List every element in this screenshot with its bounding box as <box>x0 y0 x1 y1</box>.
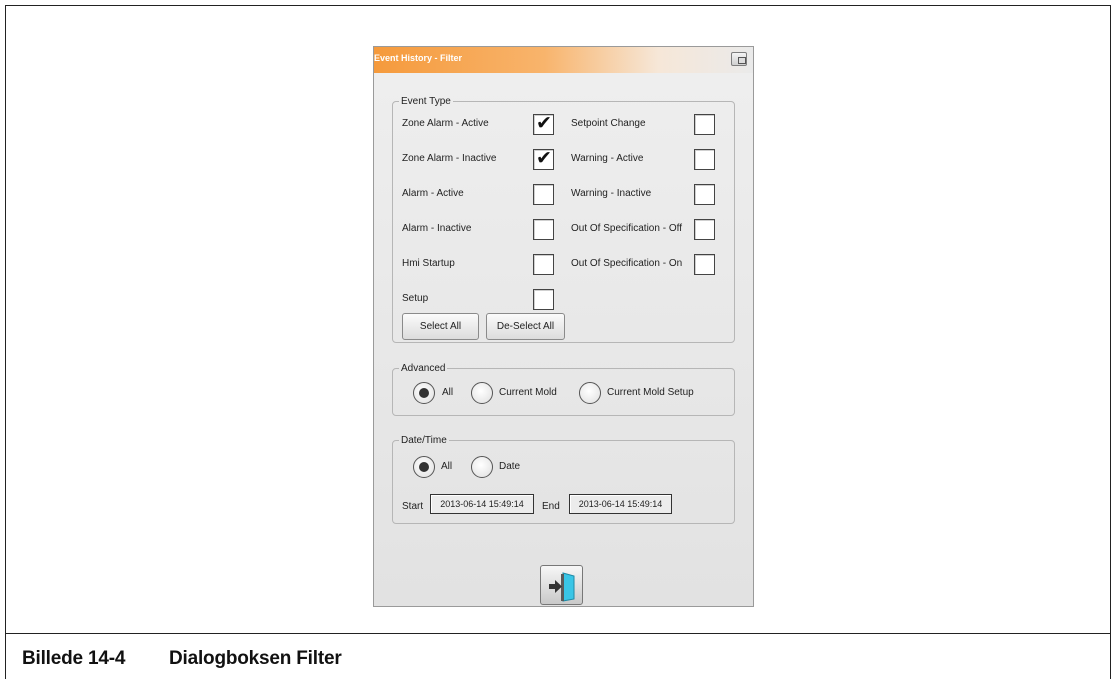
event-type-group: Event Type <box>392 96 735 343</box>
radio-current-mold-setup-label: Current Mold Setup <box>607 387 694 398</box>
event-history-filter-dialog: Event History - Filter Event Type Zone A… <box>373 46 754 607</box>
end-date-field[interactable]: 2013-06-14 15:49:14 <box>569 494 672 514</box>
checkbox-warning-active[interactable] <box>694 149 715 170</box>
radio-date[interactable] <box>471 456 493 478</box>
check-mark-icon: ✔ <box>536 147 552 169</box>
radio-current-mold-setup[interactable] <box>579 382 601 404</box>
radio-selected-dot <box>419 462 429 472</box>
checkbox-zone-alarm-inactive[interactable]: ✔ <box>533 147 554 170</box>
figure-caption-text: Dialogboksen Filter <box>169 648 342 669</box>
exit-door-icon <box>549 572 575 602</box>
exit-button[interactable] <box>540 565 583 605</box>
event-label-out-of-spec-off: Out Of Specification - Off <box>571 223 682 234</box>
date-time-legend: Date/Time <box>401 435 447 446</box>
radio-current-mold-label: Current Mold <box>499 387 557 398</box>
checkbox-alarm-active[interactable] <box>533 184 554 205</box>
radio-current-mold[interactable] <box>471 382 493 404</box>
check-mark-icon: ✔ <box>536 112 552 134</box>
checkbox-warning-inactive[interactable] <box>694 184 715 205</box>
radio-date-label: Date <box>499 461 521 472</box>
radio-selected-dot <box>419 388 429 398</box>
checkbox-out-of-spec-on[interactable] <box>694 254 715 275</box>
event-label-warning-active: Warning - Active <box>571 153 644 164</box>
deselect-all-button[interactable]: De-Select All <box>486 313 565 340</box>
caption-divider <box>5 633 1111 634</box>
dialog-body: Event Type Zone Alarm - Active ✔ Zone Al… <box>374 73 753 606</box>
event-type-legend: Event Type <box>401 96 451 107</box>
radio-date-all[interactable] <box>413 456 435 478</box>
event-label-setpoint-change: Setpoint Change <box>571 118 646 129</box>
event-label-setup: Setup <box>402 293 429 304</box>
start-label: Start <box>402 501 424 512</box>
event-label-hmi-startup: Hmi Startup <box>402 258 455 269</box>
checkbox-zone-alarm-active[interactable]: ✔ <box>533 112 554 135</box>
radio-advanced-all-label: All <box>442 387 454 398</box>
event-label-out-of-spec-on: Out Of Specification - On <box>571 258 683 269</box>
checkbox-setpoint-change[interactable] <box>694 114 715 135</box>
event-label-alarm-inactive: Alarm - Inactive <box>402 223 472 234</box>
figure-number: Billede 14-4 <box>22 648 126 669</box>
checkbox-alarm-inactive[interactable] <box>533 219 554 240</box>
radio-date-all-label: All <box>441 461 453 472</box>
advanced-legend: Advanced <box>401 363 446 374</box>
event-label-alarm-active: Alarm - Active <box>402 188 464 199</box>
radio-advanced-all[interactable] <box>413 382 435 404</box>
dialog-title: Event History - Filter <box>374 53 463 63</box>
event-label-warning-inactive: Warning - Inactive <box>571 188 652 199</box>
window-restore-icon[interactable] <box>731 52 747 66</box>
start-date-field[interactable]: 2013-06-14 15:49:14 <box>430 494 534 514</box>
end-label: End <box>542 501 560 512</box>
event-label-zone-alarm-active: Zone Alarm - Active <box>402 118 489 129</box>
dialog-titlebar[interactable]: Event History - Filter <box>374 47 753 73</box>
select-all-button[interactable]: Select All <box>402 313 479 340</box>
event-label-zone-alarm-inactive: Zone Alarm - Inactive <box>402 153 497 164</box>
checkbox-setup[interactable] <box>533 289 554 310</box>
checkbox-out-of-spec-off[interactable] <box>694 219 715 240</box>
figure-caption: Billede 14-4 Dialogboksen Filter <box>22 648 342 670</box>
checkbox-hmi-startup[interactable] <box>533 254 554 275</box>
